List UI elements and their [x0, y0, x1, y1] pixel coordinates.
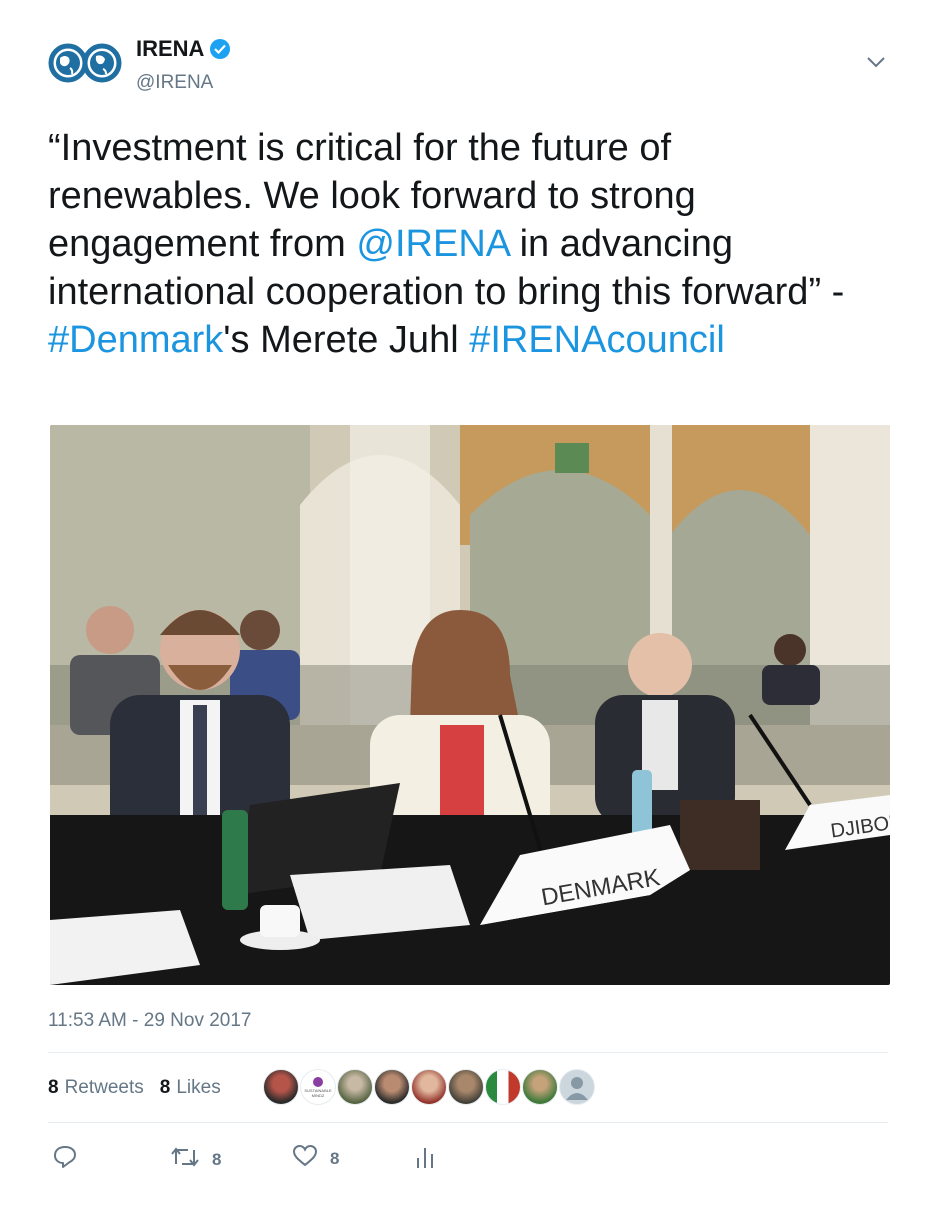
retweet-count: 8 — [212, 1149, 222, 1169]
reply-button[interactable] — [52, 1144, 78, 1175]
like-count: 8 — [330, 1148, 340, 1168]
avatar[interactable] — [522, 1069, 558, 1105]
tweet-actions: 8 8 — [52, 1144, 552, 1178]
retweets-stat[interactable]: 8 Retweets — [48, 1077, 144, 1099]
avatar[interactable] — [263, 1069, 299, 1105]
divider — [48, 1122, 888, 1123]
tweet-timestamp[interactable]: 11:53 AM - 29 Nov 2017 — [48, 1010, 252, 1032]
retweet-button[interactable]: 8 — [170, 1144, 221, 1175]
tweet-header: IRENA @IRENA — [48, 30, 888, 100]
liker-avatars: SUSTAINABLE MINDZ — [263, 1069, 595, 1105]
irena-logo-icon[interactable] — [48, 42, 122, 84]
engagement-stats: 8 Retweets 8 Likes — [48, 1066, 237, 1110]
avatar[interactable] — [374, 1069, 410, 1105]
avatar[interactable] — [448, 1069, 484, 1105]
likes-label: Likes — [176, 1077, 221, 1098]
avatar[interactable] — [485, 1069, 521, 1105]
hashtag-link[interactable]: #IRENAcouncil — [469, 319, 725, 361]
avatar[interactable]: SUSTAINABLE MINDZ — [300, 1069, 336, 1105]
analytics-button[interactable] — [414, 1144, 436, 1175]
tweet-photo[interactable]: DENMARK DJIBOU — [50, 425, 890, 985]
heart-icon — [292, 1144, 318, 1173]
avatar-default[interactable] — [559, 1069, 595, 1105]
retweets-label: Retweets — [64, 1077, 144, 1098]
reply-icon — [52, 1144, 78, 1175]
analytics-icon — [414, 1144, 436, 1175]
author-name[interactable]: IRENA — [136, 36, 231, 62]
like-button[interactable]: 8 — [292, 1144, 339, 1173]
chevron-down-icon[interactable] — [864, 52, 888, 72]
avatar-text: SUSTAINABLE MINDZ — [304, 1088, 332, 1098]
verified-badge-icon — [210, 39, 231, 59]
retweet-icon — [170, 1144, 200, 1175]
likes-stat[interactable]: 8 Likes — [160, 1077, 221, 1099]
divider — [48, 1052, 888, 1053]
author-handle[interactable]: @IRENA — [136, 72, 213, 94]
avatar[interactable] — [337, 1069, 373, 1105]
mention-link[interactable]: @IRENA — [356, 223, 509, 265]
hashtag-link[interactable]: #Denmark — [48, 319, 223, 361]
tweet-text: “Investment is critical for the future o… — [48, 124, 868, 364]
retweets-count: 8 — [48, 1077, 59, 1098]
tweet-text-part: 's Merete Juhl — [223, 319, 470, 361]
likes-count: 8 — [159, 1077, 171, 1098]
avatar[interactable] — [411, 1069, 447, 1105]
author-name-text[interactable]: IRENA — [136, 36, 204, 62]
